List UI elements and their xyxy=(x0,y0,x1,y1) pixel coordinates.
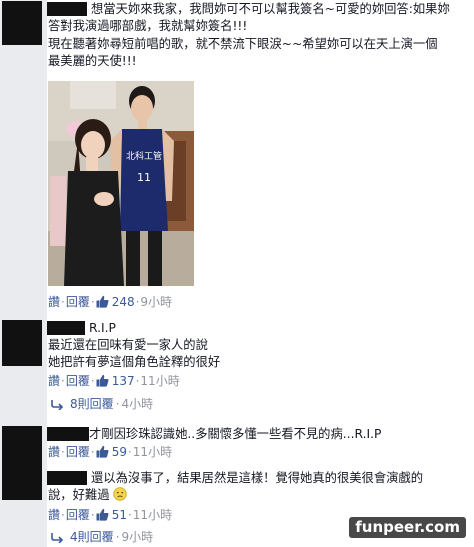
like-count-value: 248 xyxy=(111,295,135,309)
like-link[interactable]: 讚 xyxy=(48,295,60,309)
like-link[interactable]: 讚 xyxy=(48,445,60,459)
view-replies-link[interactable]: 4則回覆 · 9小時 xyxy=(50,529,153,545)
comment-text-line: 還以為沒事了，結果居然是這樣！覺得她真的很美很會演戲的 xyxy=(91,471,424,485)
like-link[interactable]: 讚 xyxy=(48,374,60,388)
like-count-value: 51 xyxy=(111,508,127,522)
like-count[interactable]: 51 xyxy=(96,508,127,522)
redacted-name[interactable] xyxy=(47,471,87,485)
thumbs-up-icon xyxy=(96,295,109,308)
commenter-name-suffix[interactable]: R.I.P xyxy=(89,320,116,336)
reply-link[interactable]: 回覆 xyxy=(66,374,90,388)
like-count[interactable]: 248 xyxy=(96,295,135,309)
comment-actions: 讚·回覆· 248·9小時 xyxy=(48,295,173,309)
reply-arrow-icon xyxy=(51,400,64,410)
comment-text-line: 說，好難過 xyxy=(48,487,128,503)
redacted-name[interactable] xyxy=(47,2,87,16)
comment-text-line: 最近還在回味有愛一家人的說 xyxy=(48,338,208,352)
reply-link[interactable]: 回覆 xyxy=(66,295,90,309)
comment-photo[interactable]: 北科工管 11 xyxy=(48,81,194,286)
comment-text-line: 她把許有夢這個角色詮釋的很好 xyxy=(48,355,221,369)
like-count-value: 59 xyxy=(111,445,127,459)
replies-time: 9小時 xyxy=(121,530,154,544)
like-count[interactable]: 59 xyxy=(96,445,127,459)
photo-image: 北科工管 11 xyxy=(48,81,194,286)
avatar[interactable] xyxy=(2,426,42,500)
like-count-value: 137 xyxy=(111,374,135,388)
comment-text-line: 現在聽著妳尋短前唱的歌，就不禁流下眼淚~~希望妳可以在天上演一個 xyxy=(48,37,438,51)
comment-actions: 讚·回覆· 137·11小時 xyxy=(48,374,180,388)
watermark: funpeer.com xyxy=(349,517,466,538)
replies-time: 4小時 xyxy=(121,397,154,411)
view-replies-link[interactable]: 8則回覆 · 4小時 xyxy=(50,396,153,412)
avatar[interactable] xyxy=(2,320,42,366)
replies-label: 4則回覆 xyxy=(70,530,114,544)
redacted-name[interactable] xyxy=(47,427,89,441)
comment-text-line: 最美麗的天使!!! xyxy=(48,54,137,68)
timestamp[interactable]: 11小時 xyxy=(140,374,179,388)
replies-label: 8則回覆 xyxy=(70,397,114,411)
jersey-number: 11 xyxy=(137,171,151,184)
timestamp[interactable]: 9小時 xyxy=(140,295,172,309)
comment-actions: 讚·回覆· 51·11小時 xyxy=(48,508,173,522)
timestamp[interactable]: 11小時 xyxy=(133,508,172,522)
reply-link[interactable]: 回覆 xyxy=(66,445,90,459)
comment-text-line: 答對我演過哪部戲，我就幫妳簽名!!! xyxy=(48,19,248,33)
thumbs-up-icon xyxy=(96,374,109,387)
avatar[interactable] xyxy=(2,1,42,45)
redacted-name[interactable] xyxy=(47,321,85,335)
comment-actions: 讚·回覆· 59·11小時 xyxy=(48,445,173,459)
reply-link[interactable]: 回覆 xyxy=(66,508,90,522)
comment-text-line-part: 說，好難過 xyxy=(48,488,110,502)
thumbs-up-icon xyxy=(96,508,109,521)
comment-text-line: 想當天妳來我家，我問妳可不可以幫我簽名~可愛的妳回答:如果妳 xyxy=(91,2,450,16)
timestamp[interactable]: 11小時 xyxy=(133,445,172,459)
sad-face-icon xyxy=(113,487,128,501)
like-count[interactable]: 137 xyxy=(96,374,135,388)
reply-arrow-icon xyxy=(51,533,64,543)
jersey-text: 北科工管 xyxy=(126,150,162,162)
comment-text-line: 才剛因珍珠認識她..多關懷多懂一些看不見的病...R.I.P xyxy=(89,427,382,441)
thumbs-up-icon xyxy=(96,445,109,458)
like-link[interactable]: 讚 xyxy=(48,508,60,522)
